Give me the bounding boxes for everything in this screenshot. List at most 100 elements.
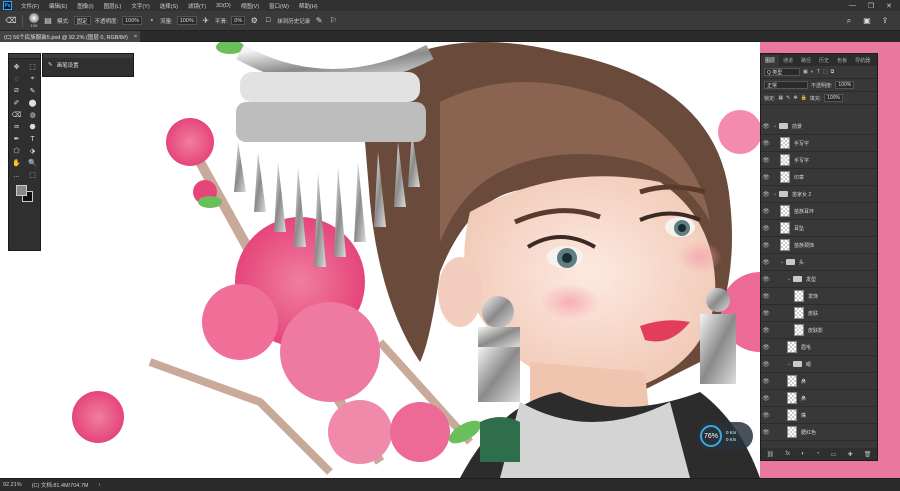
visibility-eye-icon[interactable]: 👁	[761, 174, 771, 181]
lasso-tool-icon[interactable]: ◌	[10, 74, 24, 84]
layer-group-row[interactable]: 👁 ⌄ 发型	[761, 271, 877, 288]
hand-tool-icon[interactable]: ✋	[10, 158, 24, 168]
filter-pixel-icon[interactable]: ▣	[803, 69, 808, 75]
share-icon[interactable]: ⇪	[880, 16, 890, 26]
close-tab-icon[interactable]: ×	[134, 34, 137, 40]
filter-type-icon[interactable]: T	[817, 69, 820, 75]
layer-group-row[interactable]: 👁 ⌄ 眼	[761, 356, 877, 373]
layer-row[interactable]: 👁 皮肤影	[761, 322, 877, 339]
dodge-tool-icon[interactable]: ⬣	[26, 122, 40, 132]
tab-swatches[interactable]: 色板	[833, 55, 851, 66]
menu-window[interactable]: 窗口(W)	[264, 2, 294, 10]
lock-move-icon[interactable]: ✥	[793, 95, 797, 101]
menu-type[interactable]: 文字(Y)	[126, 2, 154, 10]
canvas[interactable]	[0, 42, 760, 478]
tab-layers[interactable]: 图层	[761, 55, 780, 66]
visibility-eye-icon[interactable]: 👁	[761, 157, 771, 164]
tab-paths[interactable]: 路径	[797, 55, 815, 66]
zoom-tool-icon[interactable]: 🔍	[26, 158, 40, 168]
adjustment-layer-icon[interactable]: ◔	[816, 451, 820, 457]
new-layer-icon[interactable]: ✚	[848, 451, 853, 458]
performance-widget[interactable]: 76% 0 K/s 0 K/s	[697, 422, 753, 450]
layer-opacity-field[interactable]: 100%	[835, 81, 855, 89]
layer-row[interactable]: 👁 皮肤	[761, 305, 877, 322]
document-tab[interactable]: (C) 56个民族服装5.psd @ 92.2% (图层 0, RGB/8#) …	[0, 31, 140, 42]
symmetry-icon[interactable]: ⚐	[328, 16, 338, 26]
status-menu-arrow[interactable]: ›	[99, 482, 101, 488]
filter-shape-icon[interactable]: ⬚	[823, 69, 828, 75]
layer-row[interactable]: 👁 鼻	[761, 373, 877, 390]
menu-filter[interactable]: 滤镜(T)	[183, 2, 211, 10]
layer-fill-field[interactable]: 100%	[824, 94, 843, 102]
brush-settings-row[interactable]: ✎ 画笔设置	[43, 58, 133, 72]
photoshop-logo[interactable]: Ps	[3, 1, 12, 10]
lock-all-icon[interactable]: 🔒	[801, 95, 807, 101]
layer-row[interactable]: 👁 腮红色	[761, 424, 877, 441]
erase-history-checkbox[interactable]: ☐	[263, 16, 273, 26]
eraser-tool-preset-icon[interactable]: ⌫	[5, 16, 16, 26]
visibility-eye-icon[interactable]: 👁	[761, 327, 771, 334]
flow-field[interactable]: 100%	[176, 16, 197, 25]
visibility-eye-icon[interactable]: 👁	[761, 259, 771, 266]
blur-tool-icon[interactable]: ♒	[10, 122, 24, 132]
quick-mask-icon[interactable]: ⬚	[26, 170, 40, 180]
menu-select[interactable]: 选择(S)	[155, 2, 183, 10]
mode-select[interactable]: 固定	[73, 16, 91, 25]
menu-view[interactable]: 视图(V)	[236, 2, 264, 10]
visibility-eye-icon[interactable]: 👁	[761, 344, 771, 351]
search-icon[interactable]: ⌕	[844, 16, 854, 26]
eyedropper-tool-icon[interactable]: ✎	[26, 86, 40, 96]
visibility-eye-icon[interactable]: 👁	[761, 276, 771, 283]
gear-icon[interactable]: ⚙	[249, 16, 259, 26]
visibility-eye-icon[interactable]: 👁	[761, 429, 771, 436]
close-button[interactable]: ✕	[886, 2, 892, 10]
menu-file[interactable]: 文件(F)	[16, 2, 44, 10]
tab-history[interactable]: 历史	[815, 55, 833, 66]
maximize-button[interactable]: ❐	[868, 2, 874, 10]
foreground-color-swatch[interactable]	[16, 185, 27, 196]
opacity-field[interactable]: 100%	[122, 16, 143, 25]
more-tools-icon[interactable]: …	[10, 170, 24, 180]
layer-kind-filter[interactable]: Q 类型	[764, 68, 800, 76]
menu-3d[interactable]: 3D(D)	[211, 3, 236, 9]
delete-layer-icon[interactable]: 🗑	[864, 451, 872, 458]
layer-row[interactable]: 👁 手写字	[761, 135, 877, 152]
visibility-eye-icon[interactable]: 👁	[761, 310, 771, 317]
layer-row[interactable]: 👁 眉毛	[761, 339, 877, 356]
filter-smart-icon[interactable]: ⧉	[831, 69, 835, 75]
layer-row[interactable]: 👁 发饰	[761, 288, 877, 305]
layer-row[interactable]: 👁 鼻	[761, 390, 877, 407]
magic-wand-tool-icon[interactable]: ⌖	[26, 74, 40, 84]
visibility-eye-icon[interactable]: 👁	[761, 242, 771, 249]
layer-row[interactable]: 👁 嘴	[761, 407, 877, 424]
pressure-opacity-icon[interactable]: ◔	[146, 16, 156, 26]
lock-brush-icon[interactable]: ✎	[786, 95, 790, 101]
tab-navigator[interactable]: 导航器	[851, 55, 874, 66]
brush-settings-icon[interactable]: ▤	[43, 16, 53, 26]
filter-adjust-icon[interactable]: ◐	[811, 69, 814, 75]
document-info[interactable]: (C) 文档:81.4M/704.7M	[32, 481, 89, 489]
menu-edit[interactable]: 编辑(E)	[44, 2, 72, 10]
blend-mode-select[interactable]: 正常	[764, 81, 808, 89]
layer-row[interactable]: 👁 耳坠	[761, 220, 877, 237]
lock-transparency-icon[interactable]: ▦	[778, 95, 783, 101]
path-select-tool-icon[interactable]: ⬠	[10, 146, 24, 156]
paint-bucket-tool-icon[interactable]: ◍	[26, 110, 40, 120]
healing-tool-icon[interactable]: ✐	[10, 98, 24, 108]
new-group-icon[interactable]: ▭	[831, 451, 837, 458]
smoothing-field[interactable]: 0%	[231, 16, 246, 25]
workspace-icon[interactable]: ▣	[862, 16, 872, 26]
layer-group-row[interactable]: 👁 ⌄ 前景	[761, 118, 877, 135]
layer-row[interactable]: 👁 苗族耳环	[761, 203, 877, 220]
visibility-eye-icon[interactable]: 👁	[761, 361, 771, 368]
minimize-button[interactable]: —	[849, 2, 856, 10]
visibility-eye-icon[interactable]: 👁	[761, 395, 771, 402]
link-layers-icon[interactable]: ⛓	[767, 451, 775, 458]
marquee-tool-icon[interactable]: ⬚	[26, 62, 40, 72]
menu-layer[interactable]: 图层(L)	[99, 2, 127, 10]
pen-tool-icon[interactable]: ✒	[10, 134, 24, 144]
layer-row[interactable]: 👁 印章	[761, 169, 877, 186]
visibility-eye-icon[interactable]: 👁	[761, 293, 771, 300]
brush-tool-icon[interactable]: ⬤	[26, 98, 40, 108]
type-tool-icon[interactable]: T	[26, 134, 40, 144]
